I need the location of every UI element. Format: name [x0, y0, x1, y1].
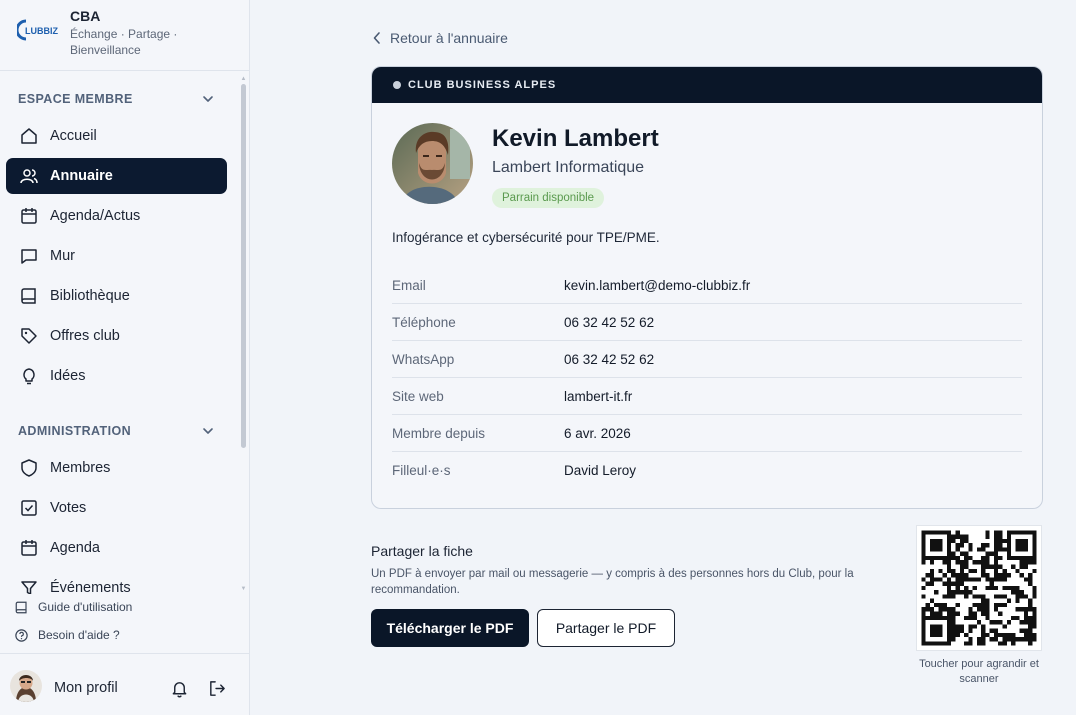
member-description: Infogérance et cybersécurité pour TPE/PM…: [392, 230, 660, 245]
email-value[interactable]: kevin.lambert@demo-clubbiz.fr: [564, 278, 750, 293]
detail-row-member-since: Membre depuis 6 avr. 2026: [392, 415, 1022, 452]
status-badge: Parrain disponible: [492, 188, 605, 208]
chevron-down-icon[interactable]: [201, 424, 215, 438]
club-tagline: Échange · Partage · Bienveillance: [70, 27, 178, 57]
sidebar-item-label: Mur: [50, 248, 75, 264]
sidebar-item-idees[interactable]: Idées: [6, 358, 227, 394]
detail-row-website: Site web lambert-it.fr: [392, 378, 1022, 415]
scroll-down-arrow[interactable]: ▼: [240, 586, 247, 592]
whatsapp-value[interactable]: 06 32 42 52 62: [564, 352, 654, 367]
brand-header[interactable]: LUBBIZ CBA Échange · Partage · Bienveill…: [0, 0, 249, 71]
tag-icon: [21, 328, 37, 344]
sidebar-item-bibliotheque[interactable]: Bibliothèque: [6, 278, 227, 314]
message-square-icon: [21, 249, 37, 264]
filter-icon: [21, 581, 37, 594]
home-icon: [21, 128, 37, 144]
clubbiz-logo: LUBBIZ: [17, 19, 58, 41]
detail-label: WhatsApp: [392, 352, 455, 367]
calendar-icon: [21, 208, 37, 224]
sidebar-item-agenda[interactable]: Agenda: [6, 530, 227, 566]
sidebar-item-label: Bibliothèque: [50, 288, 130, 304]
sidebar-item-label: Accueil: [50, 128, 97, 144]
guide-link-label: Guide d'utilisation: [38, 600, 133, 614]
qr-code-image: [921, 530, 1037, 646]
sidebar-item-mur[interactable]: Mur: [6, 238, 227, 274]
book-icon: [21, 288, 36, 304]
detail-row-email: Email kevin.lambert@demo-clubbiz.fr: [392, 267, 1022, 304]
section-title-administration: ADMINISTRATION: [18, 424, 131, 438]
member-company: Lambert Informatique: [492, 159, 645, 176]
sidebar-item-label: Agenda/Actus: [50, 208, 141, 224]
detail-row-whatsapp: WhatsApp 06 32 42 52 62: [392, 341, 1022, 378]
detail-label: Email: [392, 278, 426, 293]
back-to-directory-link[interactable]: Retour à l'annuaire: [372, 30, 508, 46]
sidebar: LUBBIZ CBA Échange · Partage · Bienveill…: [0, 0, 250, 715]
phone-value[interactable]: 06 32 42 52 62: [564, 315, 654, 330]
sidebar-item-votes[interactable]: Votes: [6, 490, 227, 526]
help-link[interactable]: Besoin d'aide ?: [14, 626, 120, 644]
sidebar-item-label: Membres: [50, 460, 111, 476]
qr-code[interactable]: [916, 525, 1042, 651]
checkbox-icon: [21, 500, 37, 516]
bell-icon[interactable]: [170, 679, 189, 698]
sidebar-item-label: Votes: [50, 500, 87, 516]
sidebar-item-label: Événements: [50, 580, 131, 594]
sidebar-nav: ESPACE MEMBRE Accueil Annuaire Agenda/Ac…: [0, 72, 240, 594]
scrollbar-thumb[interactable]: [241, 84, 246, 448]
sidebar-item-agenda-actus[interactable]: Agenda/Actus: [6, 198, 227, 234]
sidebar-item-label: Annuaire: [50, 168, 113, 184]
sidebar-scrollbar[interactable]: ▲ ▼: [240, 76, 247, 596]
detail-label: Site web: [392, 389, 444, 404]
member-card: CLUB BUSINESS ALPES Kevin Lambert Lamber…: [371, 66, 1043, 509]
website-value[interactable]: lambert-it.fr: [564, 389, 632, 404]
lightbulb-icon: [23, 368, 35, 385]
profile-bar: Mon profil: [0, 653, 249, 715]
detail-label: Téléphone: [392, 315, 456, 330]
detail-label: Membre depuis: [392, 426, 486, 441]
sidebar-item-label: Idées: [50, 368, 86, 384]
club-name: CBA: [70, 8, 101, 24]
chevron-down-icon[interactable]: [201, 92, 215, 106]
qr-caption: Toucher pour agrandir et scanner: [919, 658, 1039, 685]
godchildren-value[interactable]: David Leroy: [564, 463, 636, 478]
sidebar-item-offres-club[interactable]: Offres club: [6, 318, 227, 354]
member-avatar: [392, 123, 473, 204]
scroll-up-arrow[interactable]: ▲: [240, 76, 247, 82]
sidebar-item-label: Agenda: [50, 540, 100, 556]
back-link-label: Retour à l'annuaire: [390, 30, 508, 46]
download-pdf-button[interactable]: Télécharger le PDF: [371, 609, 529, 647]
calendar-icon: [21, 540, 37, 556]
detail-row-godchildren: Filleul·e·s David Leroy: [392, 452, 1022, 489]
shield-icon: [21, 459, 37, 477]
logout-icon[interactable]: [207, 679, 227, 698]
help-circle-icon: [15, 628, 28, 642]
sidebar-item-evenements[interactable]: Événements: [6, 570, 227, 594]
member-details: Email kevin.lambert@demo-clubbiz.fr Télé…: [392, 267, 1022, 489]
card-header: CLUB BUSINESS ALPES: [372, 67, 1042, 103]
guide-link[interactable]: Guide d'utilisation: [14, 598, 132, 616]
club-label: CLUB BUSINESS ALPES: [408, 79, 557, 91]
member-since-value: 6 avr. 2026: [564, 426, 631, 441]
sidebar-item-membres[interactable]: Membres: [6, 450, 227, 486]
member-name: Kevin Lambert: [492, 125, 659, 152]
help-link-label: Besoin d'aide ?: [38, 628, 120, 642]
share-pdf-button[interactable]: Partager le PDF: [537, 609, 675, 647]
sidebar-item-accueil[interactable]: Accueil: [6, 118, 227, 154]
avatar[interactable]: [10, 670, 42, 702]
svg-text:LUBBIZ: LUBBIZ: [25, 26, 58, 36]
profile-label[interactable]: Mon profil: [54, 680, 118, 696]
book-icon: [15, 601, 27, 613]
chevron-left-icon: [373, 32, 380, 44]
detail-row-telephone: Téléphone 06 32 42 52 62: [392, 304, 1022, 341]
users-icon: [20, 169, 38, 184]
sidebar-item-label: Offres club: [50, 328, 120, 344]
section-title-espace-membre: ESPACE MEMBRE: [18, 92, 133, 106]
sidebar-item-annuaire[interactable]: Annuaire: [6, 158, 227, 194]
detail-label: Filleul·e·s: [392, 463, 451, 478]
header-dot: [393, 81, 401, 89]
share-description: Un PDF à envoyer par mail ou messagerie …: [371, 568, 854, 596]
share-title: Partager la fiche: [371, 543, 473, 559]
